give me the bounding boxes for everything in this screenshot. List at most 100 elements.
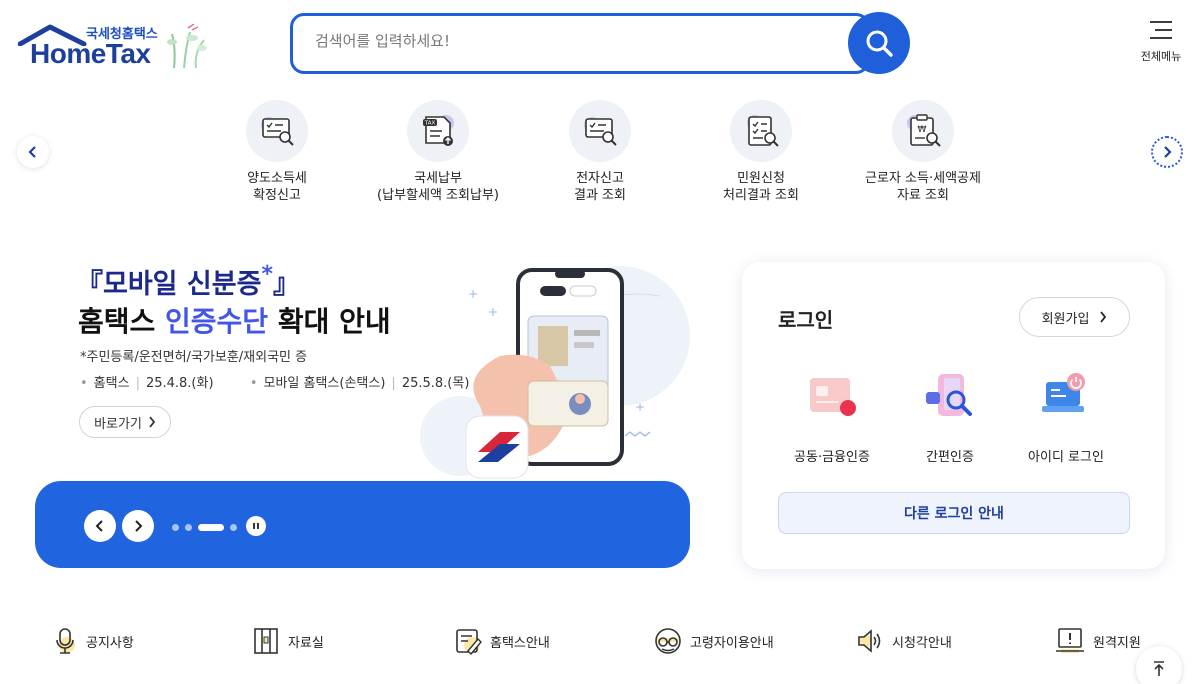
archive-label: 자료실 [288,635,324,651]
quick-menu-item-worker-deduction[interactable]: ₩ 근로자 소득·세액공제 자료 조회 [843,100,1003,204]
banner-title-line2: 홈택스 인증수단 확대 안내 [78,300,391,340]
pause-icon [253,523,259,529]
microphone-icon [56,628,75,654]
chevron-left-icon [28,146,36,158]
hometax-logo[interactable]: 국세청홈택스 HomeTax [18,20,218,72]
senior-guide-link[interactable]: 고령자이용안내 [654,626,774,656]
quick-menu-label: 국세납부 (납부할세액 조회납부) [377,171,499,203]
banner-title-prefix: 『모바일 신분증 [76,269,262,300]
tax-payment-icon: TAX [423,115,454,146]
hometax-guide-link[interactable]: 홈택스안내 [454,626,550,656]
mobile-id-illustration: + + + [420,266,690,479]
notice-link[interactable]: 공지사항 [52,626,134,656]
banner-page-dot[interactable] [230,524,237,531]
notice-label: 공지사항 [86,635,134,651]
chevron-right-icon [1100,311,1107,323]
chevron-right-icon [135,520,143,532]
simple-auth-login-label: 간편인증 [926,450,974,465]
banner-control-bar [35,481,690,568]
quick-menu-item-civil-request[interactable]: 민원신청 처리결과 조회 [681,100,841,204]
banner-pause-button[interactable] [246,516,266,536]
banner-go-label: 바로가기 [94,416,142,432]
banner-dates: • 홈택스 | 25.4.8.(화) • 모바일 홈택스(손택스) | 25.5.8.(목) [80,372,469,391]
remote-support-link[interactable]: 원격지원 [1055,626,1141,656]
audiovisual-guide-label: 시청각안내 [892,635,952,651]
search-box[interactable] [290,13,870,74]
banner-page-dot[interactable] [185,524,192,531]
simple-auth-icon [926,374,972,416]
bullet-dot: • [80,376,88,391]
id-login-icon [1042,373,1085,412]
certificate-login-label: 공동·금융인증 [794,450,870,465]
guide-icon [456,629,482,655]
quick-menu-next-button[interactable] [1151,136,1183,168]
logo-english-text: HomeTax [30,38,151,69]
chevron-right-icon [149,416,156,428]
senior-glasses-icon [655,628,681,654]
id-login-option[interactable]: 아이디 로그인 [1011,372,1121,465]
date2-label: 모바일 홈택스(손택스) [263,376,386,391]
svg-text:₩: ₩ [918,125,927,135]
chevron-right-icon [1164,146,1172,158]
search-button[interactable] [848,12,910,74]
senior-guide-label: 고령자이용안내 [690,635,774,651]
quick-menu-label: 양도소득세 확정신고 [247,171,307,203]
banner-title2-highlight: 인증수단 [165,305,269,338]
simple-auth-login-option[interactable]: 간편인증 [895,372,1005,465]
speaker-icon [858,629,881,653]
banner-note: *주민등록/운전면허/국가보훈/재외국민 증 [80,350,308,365]
e-filing-result-icon [584,117,617,146]
all-menu-label: 전체메뉴 [1140,50,1182,63]
certificate-icon [810,378,856,416]
quick-menu-label: 민원신청 처리결과 조회 [723,171,799,203]
search-icon [866,30,893,57]
signup-button[interactable]: 회원가입 [1019,297,1130,337]
banner-go-button[interactable]: 바로가기 [79,406,171,438]
arrow-up-icon [1154,661,1164,676]
audiovisual-guide-link[interactable]: 시청각안내 [856,626,952,656]
quick-menu-item-tax-payment[interactable]: TAX 국세납부 (납부할세액 조회납부) [358,100,518,204]
login-card: 로그인 회원가입 공동·금융인증 간편인증 아이디 로그인 다른 로그인 안내 [742,262,1165,569]
banner-title-line1: 『모바일 신분증*』 [76,262,300,301]
banner-page-dot[interactable] [172,524,179,531]
archive-link[interactable]: 자료실 [252,626,324,656]
hamburger-icon [1150,21,1172,39]
capital-gains-tax-icon [261,117,294,146]
banner-title2-post: 확대 안내 [268,305,391,338]
banner-title-suffix: 』 [272,269,300,300]
svg-text:+: + [468,287,478,301]
all-menu-button[interactable]: 전체메뉴 [1138,20,1184,64]
search-input[interactable] [315,32,815,50]
signup-label: 회원가입 [1041,311,1090,327]
date-separator: | [135,376,140,391]
id-login-label: 아이디 로그인 [1028,450,1104,465]
banner-next-button[interactable] [122,510,154,542]
chevron-left-icon [95,520,103,532]
date1-label: 홈택스 [93,376,130,391]
date-separator: | [391,376,396,391]
archive-icon [254,628,278,654]
banner-page-dot-active[interactable] [198,524,224,531]
civil-request-result-icon [747,115,779,147]
svg-text:+: + [635,400,645,414]
banner-title-star: * [261,262,273,287]
other-login-guide-button[interactable]: 다른 로그인 안내 [778,492,1130,534]
leaf-deco-icon [167,24,207,69]
quick-menu-label: 전자신고 결과 조회 [574,171,626,203]
svg-text:TAX: TAX [424,121,436,127]
quick-menu-prev-button[interactable] [17,136,49,168]
quick-menu-label: 근로자 소득·세액공제 자료 조회 [865,171,981,203]
remote-support-icon [1056,628,1084,653]
banner-title2-pre: 홈택스 [78,305,166,338]
quick-menu-item-efiling-result[interactable]: 전자신고 결과 조회 [520,100,680,204]
quick-menu-item-capital-gains[interactable]: 양도소득세 확정신고 [197,100,357,204]
bullet-dot: • [249,376,258,391]
worker-deduction-data-icon: ₩ [907,114,941,147]
date1-value: 25.4.8.(화) [145,376,214,391]
scroll-top-button[interactable] [1136,646,1182,684]
certificate-login-option[interactable]: 공동·금융인증 [777,372,887,465]
banner-prev-button[interactable] [84,510,116,542]
svg-text:+: + [488,305,498,319]
remote-support-label: 원격지원 [1093,635,1141,651]
hometax-guide-label: 홈택스안내 [490,635,550,651]
